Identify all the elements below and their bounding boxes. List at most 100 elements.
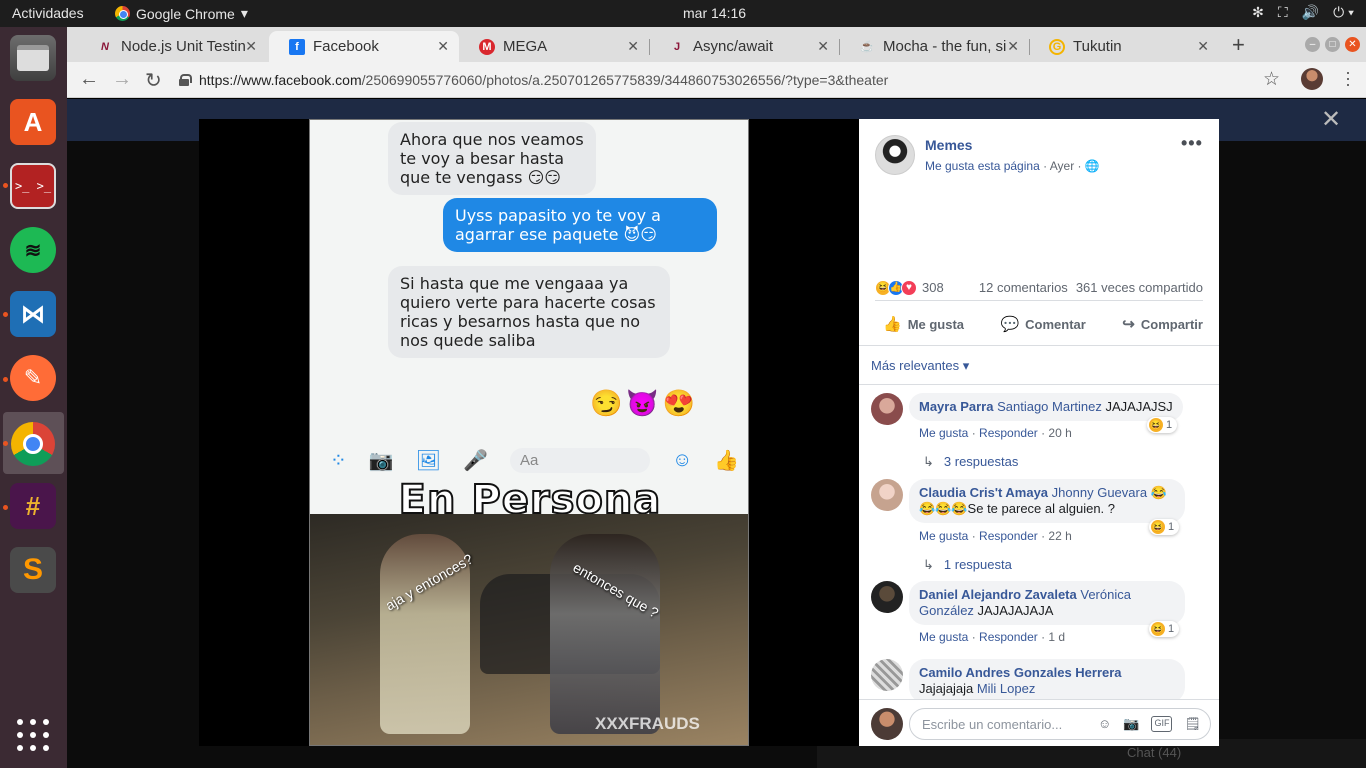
tab-mega[interactable]: M MEGA ✕ [459, 31, 649, 62]
share-button-label: Compartir [1140, 317, 1203, 332]
volume-icon[interactable]: 🔊 [1302, 4, 1319, 21]
spotify-icon[interactable]: ≋ [10, 227, 56, 273]
comment-sort-dropdown[interactable]: Más relevantes ▾ [871, 358, 969, 374]
avatar[interactable] [871, 581, 903, 613]
comment-reply-link[interactable]: Responder [979, 426, 1038, 440]
comments-count[interactable]: 12 comentarios [979, 280, 1068, 295]
close-tab-icon[interactable]: ✕ [627, 38, 639, 55]
comment-like-link[interactable]: Me gusta [919, 630, 968, 644]
profile-avatar[interactable] [1301, 68, 1323, 90]
comment-author[interactable]: Claudia Cris't Amaya [919, 485, 1048, 500]
comment-reaction-badge[interactable]: 😆 1 [1149, 621, 1180, 637]
google-chrome-icon[interactable] [10, 421, 56, 467]
shares-count[interactable]: 361 veces compartido [1076, 280, 1203, 295]
view-replies-link[interactable]: ↳ 3 respuestas [923, 454, 1018, 470]
page-avatar[interactable] [875, 135, 915, 175]
slack-icon[interactable]: # [10, 483, 56, 529]
clock[interactable]: mar 14:16 [683, 5, 746, 21]
comment-mention[interactable]: Santiago Martinez [997, 399, 1102, 414]
page-viewport: Chat (44) ✕ Ahora que nos veamos te voy … [67, 99, 1366, 768]
close-tab-icon[interactable]: ✕ [1007, 38, 1019, 55]
comment-mention[interactable]: Jhonny Guevara [1052, 485, 1147, 500]
comment-bubble: Daniel Alejandro Zavaleta Verónica Gonzá… [909, 581, 1185, 625]
power-icon[interactable]: ⏻ ▾ [1333, 4, 1354, 21]
divider [859, 384, 1219, 385]
ubuntu-software-icon[interactable]: A [10, 99, 56, 145]
tab-mocha[interactable]: ☕ Mocha - the fun, si ✕ [839, 31, 1029, 62]
chrome-window: N Node.js Unit Testin ✕ f Facebook ✕ M M… [67, 27, 1366, 768]
watermark: XXXFRAUDS [595, 714, 700, 733]
comment-reaction-badge[interactable]: 😆 1 [1149, 519, 1180, 535]
comment-button[interactable]: 💬 Comentar [1000, 315, 1085, 333]
camera-icon: 📷 [368, 449, 394, 472]
activities-button[interactable]: Actividades [12, 5, 84, 21]
camera-icon[interactable]: 📷 [1123, 716, 1139, 732]
meme-image[interactable]: Ahora que nos veamos te voy a besar hast… [309, 119, 749, 746]
chat-bubble-outgoing: Uyss papasito yo te voy a agarrar ese pa… [443, 198, 717, 252]
back-button[interactable]: ← [79, 68, 99, 91]
avatar[interactable] [871, 393, 903, 425]
tab-facebook[interactable]: f Facebook ✕ [269, 31, 459, 62]
comment-like-link[interactable]: Me gusta [919, 529, 968, 543]
comment-icon: 💬 [1000, 316, 1020, 333]
terminal-app-icon[interactable]: >_ >_ [10, 163, 56, 209]
gif-icon[interactable]: GIF [1151, 716, 1173, 732]
reaction-count[interactable]: 308 [922, 280, 944, 295]
comment-author[interactable]: Camilo Andres Gonzales Herrera [919, 665, 1122, 680]
replies-label: 1 respuesta [943, 557, 1012, 572]
lock-icon[interactable] [179, 74, 192, 86]
comment-mention[interactable]: Mili Lopez [977, 681, 1036, 696]
like-page-link[interactable]: Me gusta esta página [925, 159, 1040, 173]
minimize-window-button[interactable]: – [1305, 37, 1320, 52]
comment-time[interactable]: 1 d [1048, 630, 1065, 644]
avatar[interactable] [871, 659, 903, 691]
avatar[interactable] [871, 479, 903, 511]
tab-async-await[interactable]: J Async/await ✕ [649, 31, 839, 62]
address-bar[interactable]: https://www.facebook.com /25069905577606… [179, 67, 1299, 93]
share-button[interactable]: ↪ Compartir [1122, 315, 1203, 333]
tab-tukutin[interactable]: G Tukutin ✕ [1029, 31, 1219, 62]
maximize-window-button[interactable]: □ [1325, 37, 1340, 52]
show-applications-icon[interactable] [17, 719, 49, 751]
vscode-icon[interactable]: ⋈ [10, 291, 56, 337]
emoji-icon[interactable]: ☺ [1098, 716, 1111, 732]
close-tab-icon[interactable]: ✕ [245, 38, 257, 55]
tukutin-favicon-icon: G [1049, 38, 1065, 55]
view-replies-link[interactable]: ↳ 1 respuesta [923, 557, 1012, 573]
forward-button[interactable]: → [112, 68, 132, 91]
photo-stage: Ahora que nos veamos te voy a besar hast… [199, 119, 859, 746]
new-tab-button[interactable]: + [1232, 32, 1245, 58]
page-name[interactable]: Memes [925, 137, 972, 153]
comment-time[interactable]: 20 h [1048, 426, 1071, 440]
close-tab-icon[interactable]: ✕ [817, 38, 829, 55]
like-button[interactable]: 👍 Me gusta [883, 315, 964, 333]
system-tray[interactable]: ✻ ⛶ 🔊 ⏻ ▾ [1252, 4, 1354, 21]
comment-author[interactable]: Daniel Alejandro Zavaleta [919, 587, 1077, 602]
close-theater-icon[interactable]: ✕ [1321, 105, 1341, 134]
comment-reply-link[interactable]: Responder [979, 529, 1038, 543]
network-icon[interactable]: ⛶ [1278, 4, 1288, 21]
sticker-icon[interactable]: 🗒 [1184, 716, 1201, 732]
close-window-button[interactable]: ✕ [1345, 37, 1360, 52]
reload-button[interactable]: ↻ [145, 68, 162, 93]
chrome-menu-icon[interactable]: · · · [1345, 63, 1351, 93]
tab-nodejs[interactable]: N Node.js Unit Testin ✕ [77, 31, 267, 62]
comment-reaction-badge[interactable]: 😆 1 [1147, 417, 1178, 433]
comment-like-link[interactable]: Me gusta [919, 426, 968, 440]
love-reaction-icon[interactable]: ♥ [901, 279, 917, 296]
more-options-icon[interactable]: ••• [1181, 133, 1203, 154]
close-tab-icon[interactable]: ✕ [437, 38, 449, 55]
comment-author[interactable]: Mayra Parra [919, 399, 993, 414]
divider [859, 345, 1219, 346]
comment-time[interactable]: 22 h [1048, 529, 1071, 543]
sublime-text-icon[interactable]: S [10, 547, 56, 593]
slack-tray-icon[interactable]: ✻ [1252, 4, 1264, 21]
bookmark-star-icon[interactable]: ☆ [1263, 68, 1280, 91]
files-app-icon[interactable] [10, 35, 56, 81]
postman-icon[interactable]: ✎ [10, 355, 56, 401]
post-time[interactable]: · Ayer · [1043, 159, 1081, 173]
avatar[interactable] [871, 708, 903, 740]
close-tab-icon[interactable]: ✕ [1197, 38, 1209, 55]
comment-reply-link[interactable]: Responder [979, 630, 1038, 644]
app-menu[interactable]: Google Chrome ▾ [115, 5, 248, 22]
